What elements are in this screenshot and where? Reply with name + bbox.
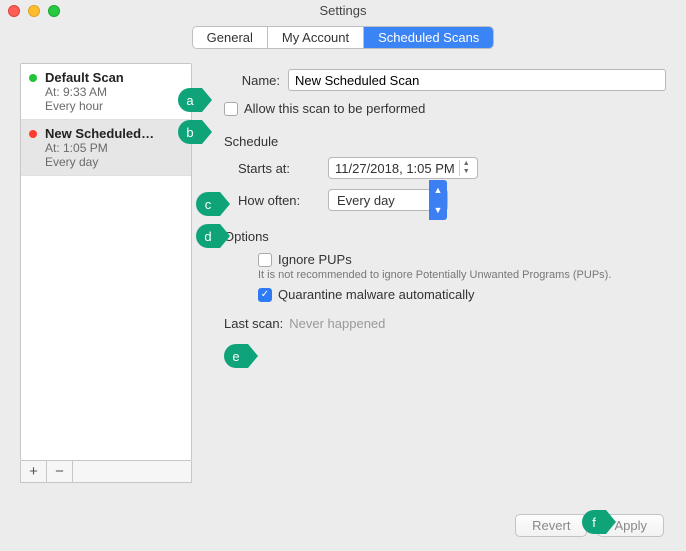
scan-list: Default Scan At: 9:33 AM Every hour New … (20, 63, 192, 461)
list-item[interactable]: New Scheduled… At: 1:05 PM Every day (21, 120, 191, 176)
starts-at-value: 11/27/2018, 1:05 PM (335, 161, 455, 176)
options-title: Options (224, 229, 666, 244)
chevron-up-down-icon: ▲▼ (429, 180, 447, 220)
tab-general[interactable]: General (193, 27, 268, 48)
schedule-title: Schedule (224, 134, 666, 149)
quarantine-checkbox[interactable]: ✓ (258, 288, 272, 302)
close-icon[interactable] (8, 5, 20, 17)
how-often-value: Every day (337, 193, 395, 208)
list-item[interactable]: Default Scan At: 9:33 AM Every hour (21, 64, 191, 120)
quarantine-label: Quarantine malware automatically (278, 287, 475, 302)
name-input[interactable] (288, 69, 666, 91)
ignore-pups-hint: It is not recommended to ignore Potentia… (230, 269, 666, 281)
allow-checkbox[interactable] (224, 102, 238, 116)
minimize-icon[interactable] (28, 5, 40, 17)
ignore-pups-checkbox[interactable] (258, 253, 272, 267)
detail-pane: Name: Allow this scan to be performed Sc… (210, 63, 666, 483)
how-often-label: How often: (238, 193, 328, 208)
scan-name: Default Scan (45, 70, 183, 85)
status-dot-icon (29, 130, 37, 138)
sidebar: Default Scan At: 9:33 AM Every hour New … (20, 63, 192, 483)
starts-at-field[interactable]: 11/27/2018, 1:05 PM ▲▼ (328, 157, 478, 179)
tab-my-account[interactable]: My Account (268, 27, 364, 48)
window-controls (8, 5, 60, 17)
last-scan-value: Never happened (289, 316, 385, 331)
callout-b: b (178, 120, 202, 144)
stepper-icon[interactable]: ▲▼ (459, 160, 473, 176)
scan-time: At: 9:33 AM (45, 85, 183, 99)
window-title: Settings (8, 0, 678, 22)
name-label: Name: (210, 73, 288, 88)
callout-c: c (196, 192, 220, 216)
add-button[interactable]: + (21, 461, 47, 482)
list-toolbar: + − (20, 461, 192, 483)
callout-a: a (178, 88, 202, 112)
callout-e: e (224, 344, 248, 368)
zoom-icon[interactable] (48, 5, 60, 17)
revert-button[interactable]: Revert (515, 514, 587, 537)
tab-scheduled-scans[interactable]: Scheduled Scans (364, 27, 493, 48)
tabs: General My Account Scheduled Scans (0, 26, 686, 49)
status-dot-icon (29, 74, 37, 82)
callout-d: d (196, 224, 220, 248)
callout-f: f (582, 510, 606, 534)
ignore-pups-label: Ignore PUPs (278, 252, 352, 267)
scan-time: At: 1:05 PM (45, 141, 183, 155)
starts-at-label: Starts at: (238, 161, 328, 176)
allow-label: Allow this scan to be performed (244, 101, 425, 116)
scan-freq: Every day (45, 155, 183, 169)
scan-name: New Scheduled… (45, 126, 183, 141)
how-often-select[interactable]: Every day ▲▼ (328, 189, 448, 211)
scan-freq: Every hour (45, 99, 183, 113)
last-scan-label: Last scan: (224, 316, 283, 331)
remove-button[interactable]: − (47, 461, 73, 482)
titlebar: Settings (0, 0, 686, 22)
